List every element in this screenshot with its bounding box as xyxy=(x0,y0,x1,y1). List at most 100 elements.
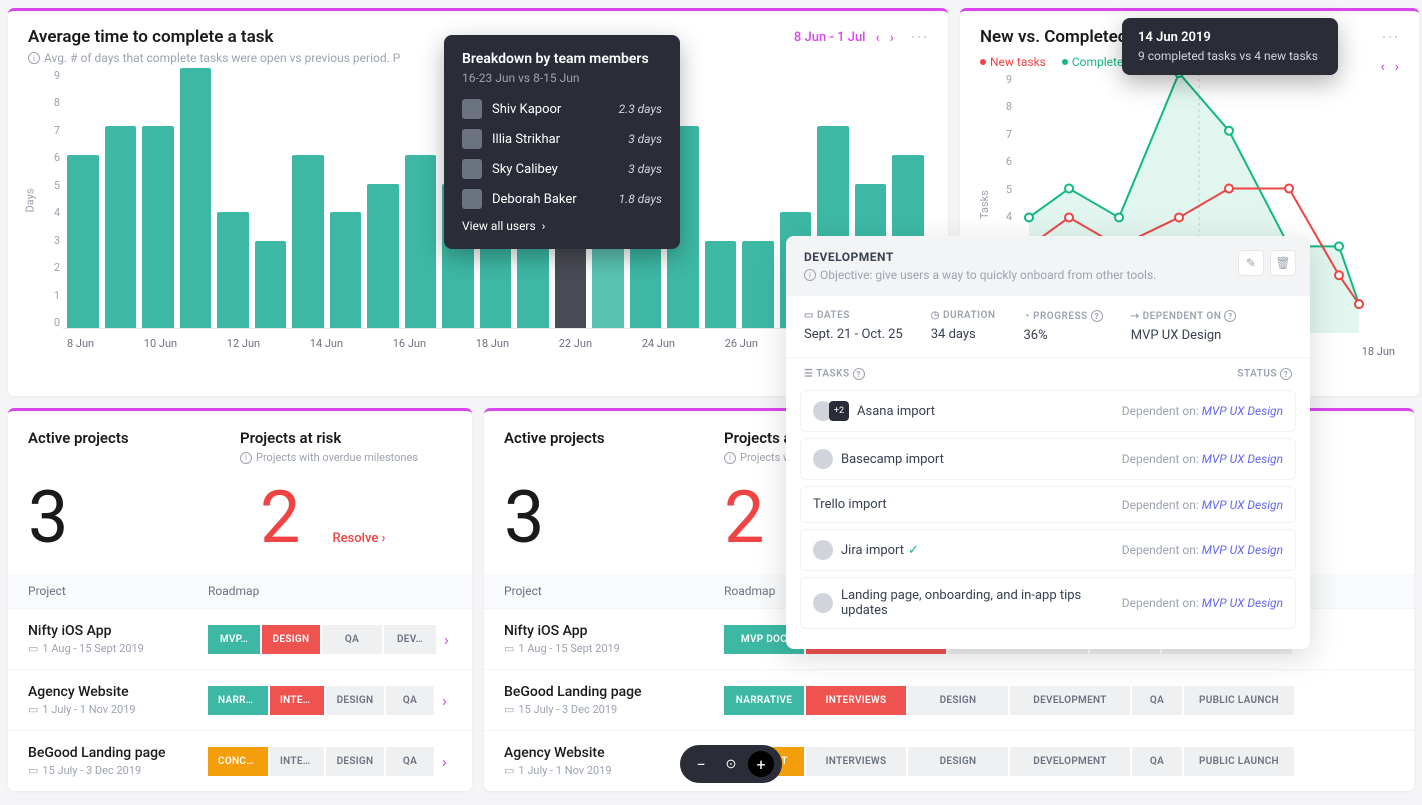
bar[interactable] xyxy=(367,184,399,328)
roadmap-phase[interactable]: DEVELOPMENT xyxy=(1010,747,1130,776)
task-item[interactable]: Jira import✓Dependent on: MVP UX Design xyxy=(800,529,1296,571)
avatar xyxy=(813,593,833,613)
zoom-in-button[interactable]: + xyxy=(748,751,774,777)
clock-icon: ◷ xyxy=(931,310,940,321)
more-icon[interactable]: ⋯ xyxy=(1381,27,1399,48)
project-row[interactable]: Agency Website▭ 1 July - 1 Nov 2019NARRA… xyxy=(8,669,472,730)
chevron-right-icon: › xyxy=(542,219,546,233)
project-row[interactable]: BeGood Landing page▭ 15 July - 3 Dec 201… xyxy=(484,669,1414,730)
risk-count: 2 xyxy=(704,472,784,574)
chevron-right-icon[interactable]: › xyxy=(436,752,447,771)
y-axis: 9876543210 xyxy=(48,69,60,329)
task-item[interactable]: Trello importDependent on: MVP UX Design xyxy=(800,486,1296,523)
roadmap-phase[interactable]: DEVELOPMENT xyxy=(1010,686,1130,715)
view-all-users-link[interactable]: View all users› xyxy=(462,219,662,233)
active-count: 3 xyxy=(8,472,240,574)
info-icon: ? xyxy=(1091,310,1103,322)
calendar-icon: ▭ xyxy=(504,764,514,777)
info-icon: ? xyxy=(1280,368,1292,380)
card-subtitle: iAvg. # of days that complete tasks were… xyxy=(28,51,400,65)
more-icon[interactable]: ⋯ xyxy=(910,27,928,48)
delete-icon[interactable]: 🗑 xyxy=(1270,250,1296,276)
bar[interactable] xyxy=(405,155,437,328)
bar[interactable] xyxy=(330,212,362,328)
risk-count: 2 xyxy=(240,472,320,574)
calendar-icon: ▭ xyxy=(28,703,38,716)
avatar xyxy=(813,449,833,469)
roadmap-phase[interactable]: INTERVIEWS xyxy=(806,747,906,776)
info-icon: i xyxy=(804,269,816,281)
bar[interactable] xyxy=(142,126,174,328)
chevron-right-icon[interactable]: › xyxy=(436,691,447,710)
task-item[interactable]: Basecamp importDependent on: MVP UX Desi… xyxy=(800,438,1296,480)
roadmap-phase[interactable]: NARRA… xyxy=(208,686,268,715)
stats-card-small: Active projects Projects at riskiProject… xyxy=(8,408,472,791)
bar[interactable] xyxy=(255,241,287,328)
roadmap-phase[interactable]: DESIGN xyxy=(908,747,1008,776)
edit-icon[interactable]: ✎ xyxy=(1238,250,1264,276)
info-icon: i xyxy=(240,452,252,464)
development-popover: DEVELOPMENT iObjective: give users a way… xyxy=(786,236,1310,649)
bar[interactable] xyxy=(705,241,737,328)
roadmap-phase[interactable]: DESIGN xyxy=(326,747,384,776)
project-row[interactable]: BeGood Landing page▭ 15 July - 3 Dec 201… xyxy=(8,730,472,791)
popover-title: DEVELOPMENT xyxy=(804,250,1292,264)
calendar-icon: ▭ xyxy=(504,703,514,716)
y-axis-label: Tasks xyxy=(978,190,991,219)
task-item[interactable]: Landing page, onboarding, and in-app tip… xyxy=(800,577,1296,629)
task-item[interactable]: +2Asana importDependent on: MVP UX Desig… xyxy=(800,390,1296,432)
chevron-left-icon[interactable]: ‹ xyxy=(875,30,879,46)
bar[interactable] xyxy=(105,126,137,328)
roadmap-phase[interactable]: INTER… xyxy=(270,686,324,715)
bar[interactable] xyxy=(742,241,774,328)
roadmap-phase[interactable]: DESIGN xyxy=(262,625,320,654)
roadmap-phase[interactable]: QA xyxy=(386,747,434,776)
project-row[interactable]: Nifty iOS App▭ 1 Aug - 15 Sept 2019MVP…D… xyxy=(8,608,472,669)
roadmap-phase[interactable]: DESIGN xyxy=(908,686,1008,715)
zoom-reset-button[interactable]: ⊙ xyxy=(718,751,744,777)
avatar xyxy=(462,99,482,119)
roadmap-phase[interactable]: INTERVIEWS xyxy=(806,686,906,715)
avatar xyxy=(462,189,482,209)
avatar-extra: +2 xyxy=(829,401,849,421)
bar[interactable] xyxy=(292,155,324,328)
roadmap-phase[interactable]: DEV… xyxy=(384,625,436,654)
card-title: Average time to complete a task xyxy=(28,27,400,47)
bar[interactable] xyxy=(592,241,624,328)
roadmap-phase[interactable]: QA xyxy=(322,625,382,654)
bar[interactable] xyxy=(217,212,249,328)
roadmap-phase[interactable]: QA xyxy=(1132,747,1182,776)
roadmap-phase[interactable]: DESIGN xyxy=(326,686,384,715)
roadmap-phase[interactable]: MVP… xyxy=(208,625,260,654)
roadmap-phase[interactable]: QA xyxy=(1132,686,1182,715)
chevron-right-icon[interactable]: › xyxy=(438,630,449,649)
info-icon: ? xyxy=(1224,310,1236,322)
roadmap-phase[interactable]: QA xyxy=(386,686,434,715)
line-chart-tooltip: 14 Jun 2019 9 completed tasks vs 4 new t… xyxy=(1122,18,1338,75)
chevron-right-icon[interactable]: › xyxy=(890,30,894,46)
avatar xyxy=(462,159,482,179)
roadmap-phase[interactable]: PUBLIC LAUNCH xyxy=(1184,747,1294,776)
roadmap-phase[interactable]: INTER… xyxy=(270,747,324,776)
calendar-icon: ▭ xyxy=(28,642,38,655)
date-range-nav[interactable]: 8 Jun - 1 Jul ‹ › xyxy=(794,30,894,46)
project-row[interactable]: Agency Website▭ 1 July - 1 Nov 2019CONCE… xyxy=(484,730,1414,791)
avatar xyxy=(813,540,833,560)
progress-icon: ◔ xyxy=(1023,311,1030,322)
info-icon: i xyxy=(724,452,736,464)
breakdown-tooltip: Breakdown by team members 16-23 Jun vs 8… xyxy=(444,35,680,249)
bar[interactable] xyxy=(180,68,212,328)
active-count: 3 xyxy=(484,472,704,574)
roadmap-phase[interactable]: CONCE… xyxy=(208,747,268,776)
roadmap-phase[interactable]: NARRATIVE xyxy=(724,686,804,715)
info-icon: i xyxy=(28,52,40,64)
calendar-icon: ▭ xyxy=(28,764,38,777)
zoom-control[interactable]: − ⊙ + xyxy=(680,745,782,783)
bar[interactable] xyxy=(67,155,99,328)
roadmap-phase[interactable]: PUBLIC LAUNCH xyxy=(1184,686,1294,715)
resolve-link[interactable]: Resolve › xyxy=(332,531,385,574)
calendar-icon: ▭ xyxy=(804,310,814,321)
check-icon: ✓ xyxy=(908,543,919,558)
zoom-out-button[interactable]: − xyxy=(688,751,714,777)
list-icon: ☰ xyxy=(804,369,813,380)
